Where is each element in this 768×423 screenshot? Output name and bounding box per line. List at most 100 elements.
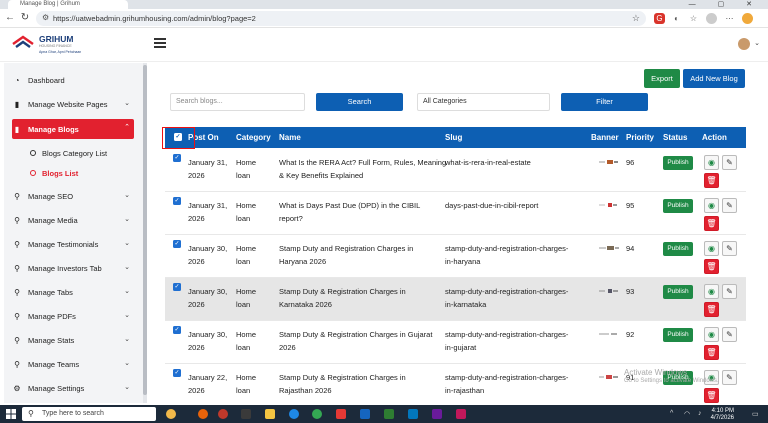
extension-icon[interactable]: ◐ [671,13,682,24]
table-row[interactable]: ✓ January 30, 2026 Home loan Stamp Duty an… [165,235,746,278]
network-icon[interactable]: ◠ [684,410,692,418]
view-eye-icon[interactable]: ◉ [704,284,719,299]
status-badge[interactable]: Publish [663,199,693,213]
status-badge[interactable]: Publish [663,156,693,170]
hamburger-menu-icon[interactable] [154,38,166,48]
back-icon[interactable]: ← [4,12,16,24]
view-eye-icon[interactable]: ◉ [704,241,719,256]
delete-trash-icon[interactable]: 🗑 [704,216,719,231]
extension-icon[interactable]: G [654,13,665,24]
row-checkbox[interactable]: ✓ [173,240,181,248]
address-bar[interactable]: ⚙ https://uatwebadmin.grihumhousing.com/… [36,11,646,26]
tray-chevron-icon[interactable]: ^ [670,410,678,418]
column-header-action[interactable]: Action [702,133,727,142]
sidebar-item-media[interactable]: ⚲ Manage Media ⌄ [12,211,134,230]
avatar[interactable] [738,38,750,50]
edit-pencil-icon[interactable]: ✎ [722,241,737,256]
firefox-icon[interactable] [198,409,208,419]
sidebar-item-blogs[interactable]: ▮ Manage Blogs ⌃ [12,119,134,139]
row-checkbox[interactable]: ✓ [173,197,181,205]
bookmark-star-icon[interactable]: ☆ [632,13,640,24]
status-badge[interactable]: Publish [663,242,693,256]
logo[interactable]: GRIHUM HOUSING FINANCE Apna Ghar, Apni P… [12,32,92,58]
taskbar-search-input[interactable]: ⚲ Type here to search [22,407,156,421]
file-explorer-icon[interactable] [265,409,275,419]
site-info-icon[interactable]: ⚙ [42,13,52,23]
category-cell: Home loan [236,330,257,352]
app-icon[interactable] [360,409,370,419]
delete-trash-icon[interactable]: 🗑 [704,302,719,317]
sidebar-item-stats[interactable]: ⚲ Manage Stats ⌄ [12,331,134,350]
windows-start-icon[interactable] [6,409,16,419]
row-checkbox[interactable]: ✓ [173,326,181,334]
sidebar-scrollbar[interactable] [143,63,147,403]
column-header-status[interactable]: Status [663,133,687,142]
delete-trash-icon[interactable]: 🗑 [704,345,719,360]
status-badge[interactable]: Publish [663,285,693,299]
widgets-icon[interactable] [166,409,176,419]
notification-icon[interactable]: ▭ [752,410,760,418]
sidebar-item-settings[interactable]: ⚙ Manage Settings ⌄ [12,379,134,398]
add-new-blog-button[interactable]: Add New Blog [683,69,745,88]
sidebar-item-dashboard[interactable]: ◔ Dashboard [12,71,134,90]
app-icon[interactable] [408,409,418,419]
chrome-icon[interactable] [312,409,322,419]
volume-icon[interactable]: ♪ [698,410,706,418]
column-header-category[interactable]: Category [236,133,271,142]
delete-trash-icon[interactable]: 🗑 [704,173,719,188]
copilot-icon[interactable] [742,13,753,24]
status-badge[interactable]: Publish [663,328,693,342]
edit-pencil-icon[interactable]: ✎ [722,155,737,170]
view-eye-icon[interactable]: ◉ [704,327,719,342]
sidebar-item-website-pages[interactable]: ▮ Manage Website Pages ⌄ [12,95,134,114]
column-header-banner[interactable]: Banner [591,133,619,142]
view-eye-icon[interactable]: ◉ [704,198,719,213]
table-row[interactable]: ✓ January 31, 2026 Home loan What is Days … [165,192,746,235]
scrollbar-thumb[interactable] [143,65,147,395]
excel-icon[interactable] [384,409,394,419]
teams-icon[interactable] [432,409,442,419]
chevron-down-icon[interactable]: ⌄ [754,39,760,47]
search-input[interactable]: Search blogs... [170,93,305,111]
table-row[interactable]: ✓ January 30, 2026 Home loan Stamp Duty & … [165,278,746,321]
reload-icon[interactable]: ↻ [19,12,31,24]
sidebar-item-teams[interactable]: ⚲ Manage Teams ⌄ [12,355,134,374]
edit-pencil-icon[interactable]: ✎ [722,198,737,213]
export-button[interactable]: Export [644,69,680,88]
menu-dots-icon[interactable]: ⋯ [724,13,735,24]
sidebar-subitem-blogs-list[interactable]: Blogs List [30,165,78,181]
sidebar-item-pdfs[interactable]: ⚲ Manage PDFs ⌄ [12,307,134,326]
column-header-priority[interactable]: Priority [626,133,654,142]
app-icon[interactable] [456,409,466,419]
table-row[interactable]: ✓ January 31, 2026 Home loan What Is the R… [165,149,746,192]
sidebar-item-seo[interactable]: ⚲ Manage SEO ⌄ [12,187,134,206]
view-eye-icon[interactable]: ◉ [704,155,719,170]
row-checkbox[interactable]: ✓ [173,283,181,291]
app-icon[interactable] [336,409,346,419]
sidebar-item-investors-tab[interactable]: ⚲ Manage Investors Tab ⌄ [12,259,134,278]
row-checkbox[interactable]: ✓ [173,369,181,377]
browser-tab[interactable]: Manage Blog | Grihum [8,0,128,9]
edit-pencil-icon[interactable]: ✎ [722,284,737,299]
sidebar-item-testimonials[interactable]: ⚲ Manage Testimonials ⌄ [12,235,134,254]
edit-pencil-icon[interactable]: ✎ [722,370,737,385]
clock[interactable]: 4:10 PM 4/7/2026 [711,408,734,421]
task-view-icon[interactable] [241,409,251,419]
category-select[interactable]: All Categories [417,93,550,111]
app-icon[interactable] [218,409,228,419]
column-header-slug[interactable]: Slug [445,133,462,142]
sidebar-subitem-blogs-category[interactable]: Blogs Category List [30,145,107,161]
filter-button[interactable]: Filter [561,93,648,111]
favorites-icon[interactable]: ☆ [688,13,699,24]
window-controls[interactable]: — ▢ ✕ [689,0,762,8]
column-header-name[interactable]: Name [279,133,301,142]
sidebar-item-tabs[interactable]: ⚲ Manage Tabs ⌄ [12,283,134,302]
delete-trash-icon[interactable]: 🗑 [704,259,719,274]
profile-icon[interactable] [706,13,717,24]
delete-trash-icon[interactable]: 🗑 [704,388,719,403]
search-button[interactable]: Search [316,93,403,111]
edit-pencil-icon[interactable]: ✎ [722,327,737,342]
row-checkbox[interactable]: ✓ [173,154,181,162]
table-row[interactable]: ✓ January 30, 2026 Home loan Stamp Duty & … [165,321,746,364]
edge-icon[interactable] [289,409,299,419]
